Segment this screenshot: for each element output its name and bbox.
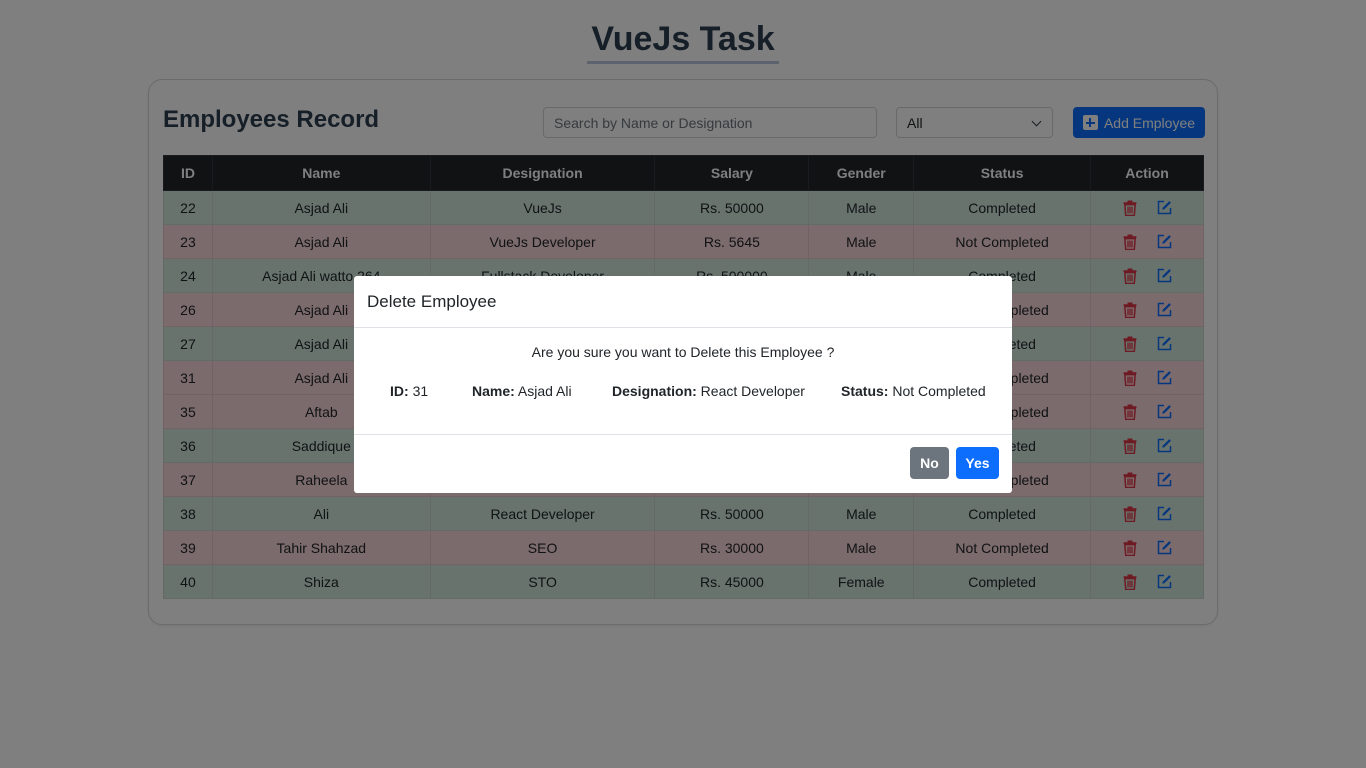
detail-name-label: Name: <box>472 383 515 399</box>
detail-id-label: ID: <box>390 383 409 399</box>
detail-name-value: Asjad Ali <box>517 383 572 399</box>
no-button[interactable]: No <box>910 447 949 479</box>
modal-footer: No Yes <box>354 435 1012 492</box>
detail-status-label: Status: <box>841 383 889 399</box>
detail-designation-value: React Developer <box>700 383 805 399</box>
detail-id: ID: 31 <box>390 383 428 399</box>
modal-body: Are you sure you want to Delete this Emp… <box>354 328 1012 435</box>
detail-designation-label: Designation: <box>612 383 697 399</box>
detail-id-value: 31 <box>412 383 429 399</box>
delete-employee-modal: Delete Employee Are you sure you want to… <box>354 276 1012 493</box>
detail-designation: Designation: React Developer <box>612 383 805 399</box>
detail-name: Name: Asjad Ali <box>472 383 572 399</box>
detail-status: Status: Not Completed <box>841 383 986 399</box>
yes-button[interactable]: Yes <box>956 447 999 479</box>
confirm-message: Are you sure you want to Delete this Emp… <box>531 344 835 360</box>
detail-status-value: Not Completed <box>892 383 986 399</box>
modal-title: Delete Employee <box>354 276 1012 328</box>
